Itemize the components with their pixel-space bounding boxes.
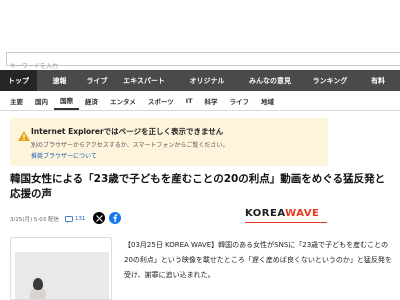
source-logo[interactable]: KOREAWAVE [245, 208, 319, 219]
nav-item-label: 有料 [371, 76, 385, 85]
category-label: ライフ [229, 97, 250, 106]
browser-warning: Internet Explorerではページを正しく表示できません 別のブラウザ… [10, 118, 328, 166]
nav-item-label: ランキング [312, 76, 348, 85]
article-headline: 韓国女性による「23歳で子どもを産むことの20の利点」動画をめぐる猛反発と応援の… [10, 173, 386, 200]
warning-text: 別のブラウザーからアクセスするか、スマートフォンからご覧ください。 [31, 142, 229, 149]
nav-item-top[interactable]: トップ [0, 70, 37, 91]
category-nav: 主要 国内 国際 経済 エンタメ スポーツ IT 科学 ライフ 地域 [0, 91, 400, 111]
nav-item-label: エキスパート [123, 76, 165, 85]
publish-date: 3/25(月) 5:03 配信 [10, 217, 59, 223]
search-box[interactable] [6, 52, 400, 73]
article-thumbnail[interactable] [10, 237, 112, 300]
category-label: 地域 [261, 97, 275, 106]
logo-wave: WAVE [285, 208, 320, 219]
comment-icon [65, 215, 73, 223]
nav-item-label: みんなの意見 [249, 76, 291, 85]
article-meta: 3/25(月) 5:03 配信 131 [10, 213, 86, 225]
logo-korea: KOREA [245, 208, 286, 219]
category-label: 科学 [204, 97, 218, 106]
nav-item-ranking[interactable]: ランキング [302, 70, 358, 91]
category-it[interactable]: IT [180, 91, 199, 110]
category-label: 国際 [60, 96, 73, 105]
category-label: IT [185, 96, 193, 105]
category-local[interactable]: 地域 [255, 91, 280, 110]
comment-count: 131 [75, 216, 86, 222]
x-logo-icon [95, 214, 103, 222]
article-body: 【03月25日 KOREA WAVE】韓国のある女性がSNSに「23歳で子どもを… [124, 241, 392, 279]
recommended-browsers-link[interactable]: 推奨ブラウザーについて [31, 151, 97, 160]
nav-item-expert[interactable]: エキスパート [112, 70, 176, 91]
nav-item-original[interactable]: オリジナル [176, 70, 238, 91]
header [0, 0, 400, 47]
nav-item-label: オリジナル [189, 76, 225, 85]
category-label: エンタメ [110, 97, 136, 106]
nav-item-label: トップ [8, 76, 29, 85]
nav-item-label: 速報 [52, 76, 67, 85]
nav-item-paid[interactable]: 有料 [358, 70, 398, 91]
nav-item-breaking[interactable]: 速報 [37, 70, 82, 91]
warning-icon [18, 126, 30, 141]
share-facebook-button[interactable] [109, 212, 121, 224]
nav-item-opinions[interactable]: みんなの意見 [238, 70, 302, 91]
category-entertainment[interactable]: エンタメ [104, 91, 142, 110]
warning-title: Internet Explorerではページを正しく表示できません [31, 127, 224, 136]
category-business[interactable]: 経済 [79, 91, 104, 110]
category-life[interactable]: ライフ [224, 91, 256, 110]
category-world[interactable]: 国際 [54, 91, 79, 110]
share-x-button[interactable] [93, 212, 105, 224]
logo-underline [245, 222, 327, 223]
category-sports[interactable]: スポーツ [142, 91, 180, 110]
primary-nav: トップ 速報 ライブ エキスパート オリジナル みんなの意見 ランキング 有料 [0, 70, 400, 91]
category-label: 経済 [85, 97, 98, 106]
category-label: 国内 [35, 97, 48, 106]
category-label: スポーツ [147, 97, 174, 106]
thumbnail-person-head [33, 278, 43, 290]
comment-link[interactable]: 131 [65, 215, 86, 223]
category-main[interactable]: 主要 [6, 91, 29, 110]
category-domestic[interactable]: 国内 [29, 91, 54, 110]
nav-item-live[interactable]: ライブ [82, 70, 112, 91]
facebook-logo-icon [113, 214, 118, 222]
category-science[interactable]: 科学 [199, 91, 224, 110]
nav-item-label: ライブ [86, 76, 108, 85]
category-label: 主要 [10, 97, 23, 106]
